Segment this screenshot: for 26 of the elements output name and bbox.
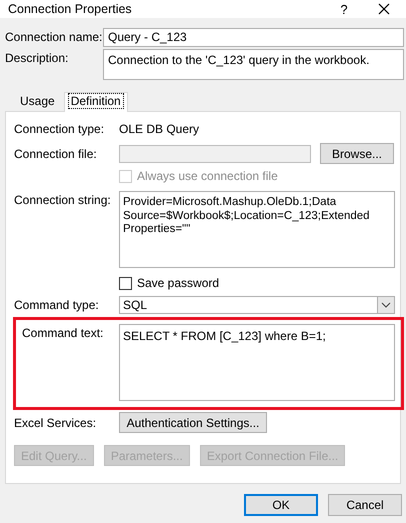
description-field[interactable]: Connection to the 'C_123' query in the workbook.	[103, 49, 404, 80]
chevron-down-icon	[381, 302, 391, 308]
tab[interactable]: Definition	[64, 92, 128, 112]
window-title: Connection Properties	[8, 2, 133, 16]
command-text-field[interactable]: SELECT * FROM [C_123] where B=1;	[119, 324, 395, 401]
field-label: Command type:	[14, 298, 100, 312]
dialog-button[interactable]: OK	[244, 494, 318, 516]
field-label: Connection file:	[14, 146, 98, 160]
field-label: Connection string:	[14, 192, 112, 207]
field-label: Command text:	[22, 325, 104, 340]
field-label: Connection name:	[5, 29, 103, 44]
dialog-button[interactable]: Cancel	[328, 494, 402, 516]
close-icon[interactable]	[378, 3, 390, 15]
connection-name-field[interactable]: Query - C_123	[103, 28, 404, 47]
field-label: Excel Services:	[14, 416, 98, 430]
checkbox[interactable]	[119, 276, 132, 290]
checkbox-label: Always use connection file	[137, 169, 278, 183]
tab[interactable]: Usage	[11, 91, 64, 111]
authentication-settings-button[interactable]: Authentication Settings...	[119, 412, 267, 433]
field-label: Description:	[5, 50, 70, 65]
command-type-dropdown[interactable]: SQL	[119, 296, 395, 314]
help-button[interactable]: ?	[334, 2, 354, 16]
connection-string-field[interactable]: Provider=Microsoft.Mashup.OleDb.1;Data Source=$Workbook$;Location=C_123;Extended Properties=""	[119, 191, 395, 268]
checkbox-label: Save password	[137, 276, 220, 290]
field-label: Connection type:	[14, 122, 106, 136]
connection-type-value: OLE DB Query	[119, 122, 200, 136]
